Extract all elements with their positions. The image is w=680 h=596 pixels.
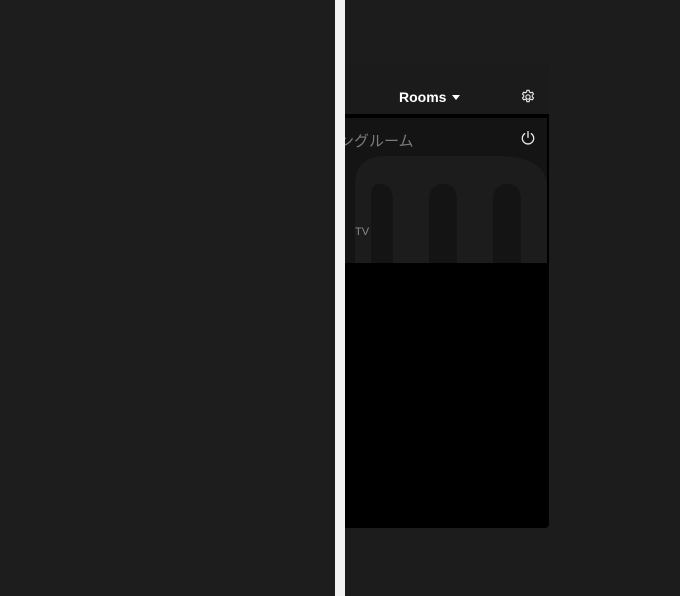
app-panel: Rooms ングルーム TV <box>345 64 549 528</box>
room-name: ングルーム <box>345 132 414 150</box>
room-card[interactable]: ングルーム TV <box>345 118 547 263</box>
room-source-label: TV <box>355 226 370 238</box>
left-empty-pane <box>0 0 335 596</box>
room-watermark-graphic <box>355 156 547 263</box>
rooms-dropdown-button[interactable]: Rooms <box>399 87 461 107</box>
split-divider[interactable] <box>335 0 345 596</box>
right-pane: Rooms ングルーム TV <box>345 0 680 596</box>
gear-icon[interactable] <box>520 89 536 105</box>
rooms-label: Rooms <box>399 89 447 105</box>
power-icon[interactable] <box>520 130 536 146</box>
chevron-down-icon <box>452 95 461 100</box>
screen: Rooms ングルーム TV <box>0 0 680 596</box>
app-header: Rooms <box>345 64 549 118</box>
